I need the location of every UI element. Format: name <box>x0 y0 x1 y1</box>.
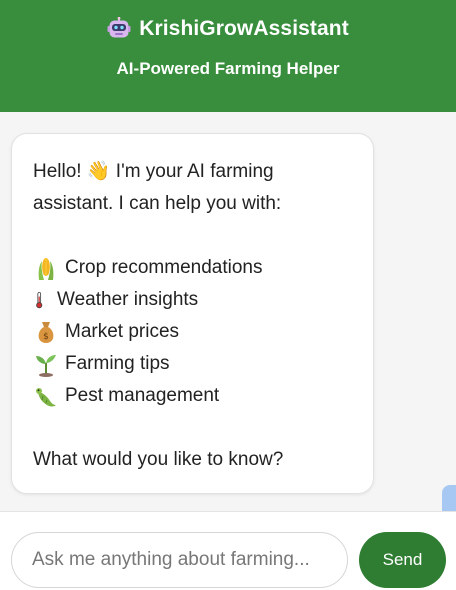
robot-icon <box>107 17 131 38</box>
chat-header: KrishiGrowAssistant AI-Powered Farming H… <box>0 0 456 112</box>
message-greeting: Hello! 👋 I'm your AI farming assistant. … <box>33 161 282 214</box>
chat-input-bar: Send <box>0 511 456 590</box>
list-item-label: Crop recommendations <box>65 257 263 278</box>
assistant-message-bubble: Hello! 👋 I'm your AI farming assistant. … <box>11 133 374 494</box>
list-item: Pest management <box>33 380 353 412</box>
app-title: KrishiGrowAssistant <box>139 17 349 40</box>
list-item-label: Farming tips <box>65 353 170 374</box>
list-item-label: Weather insights <box>57 289 199 310</box>
send-button[interactable]: Send <box>359 532 446 588</box>
app-subtitle: AI-Powered Farming Helper <box>116 59 340 78</box>
header-title-row: KrishiGrowAssistant <box>0 17 456 41</box>
corn-icon <box>38 258 54 280</box>
list-item: Farming tips <box>33 348 353 380</box>
money-bag-icon: $ <box>38 322 54 343</box>
chat-input[interactable] <box>11 532 348 588</box>
list-item: Weather insights <box>33 284 353 316</box>
list-item-label: Pest management <box>65 385 220 406</box>
list-item-label: Market prices <box>65 321 180 342</box>
list-item: Crop recommendations <box>33 252 353 284</box>
message-closing: What would you like to know? <box>33 449 284 470</box>
list-item: $ Market prices <box>33 316 353 348</box>
side-panel-tab[interactable] <box>442 485 456 511</box>
svg-text:$: $ <box>43 332 49 342</box>
chat-messages-area[interactable]: Hello! 👋 I'm your AI farming assistant. … <box>0 112 456 511</box>
capability-list: Crop recommendations Weather insights $ … <box>33 252 353 412</box>
thermometer-icon <box>36 291 43 309</box>
bug-icon <box>36 388 56 407</box>
seedling-icon <box>36 355 56 377</box>
